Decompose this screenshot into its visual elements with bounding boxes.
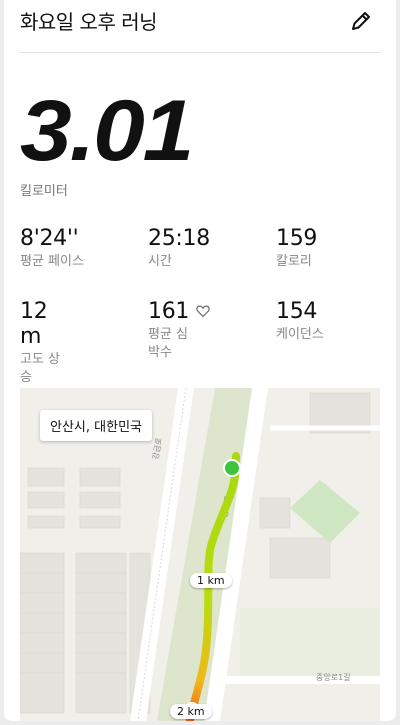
stat-label: 케이던스 [276,327,324,342]
stat-time: 25:18 시간 [148,226,268,271]
distance-value: 3.01 [20,83,194,179]
start-marker [223,459,241,477]
km-marker-2: 2 km [170,704,212,719]
street-label: 중앙로1길 [316,672,351,682]
header: 화요일 오후 러닝 [20,0,380,53]
location-label: 안산시, 대한민국 [40,410,152,441]
stat-value: 154 [276,299,318,324]
pencil-icon [352,12,370,30]
stat-label: 칼로리 [276,254,312,269]
street-label: 강금로 [150,437,164,460]
stat-label: 평균 심박수 [148,327,189,360]
activity-title: 화요일 오후 러닝 [20,10,158,34]
heart-icon [196,305,210,318]
stat-label: 평균 페이스 [20,254,84,269]
stat-calories: 159 칼로리 [276,226,396,271]
stat-value: 8'24'' [20,226,79,251]
stat-cadence: 154 케이던스 [276,299,396,344]
stat-value: 12 m [20,299,48,349]
stat-label: 고도 상승 [20,352,61,385]
stat-avg-pace: 8'24'' 평균 페이스 [20,226,140,271]
stat-label: 시간 [148,254,172,269]
activity-card: 화요일 오후 러닝 3.01 킬로미터 8'24'' 평균 페이스 25:18 … [4,0,396,721]
route-map[interactable]: 강금로 중앙로 중앙로1길 안산시, 대한민국 1 km 2 km [20,388,380,721]
distance-unit: 킬로미터 [20,184,68,199]
edit-button[interactable] [348,8,374,34]
km-marker-1: 1 km [190,573,232,588]
stat-elevation: 12 m 고도 상승 [20,299,70,387]
stat-value: 159 [276,226,318,251]
stat-value: 25:18 [148,226,210,251]
stat-avg-heart-rate: 161 평균 심박수 [148,299,210,362]
stat-value: 161 [148,299,190,324]
